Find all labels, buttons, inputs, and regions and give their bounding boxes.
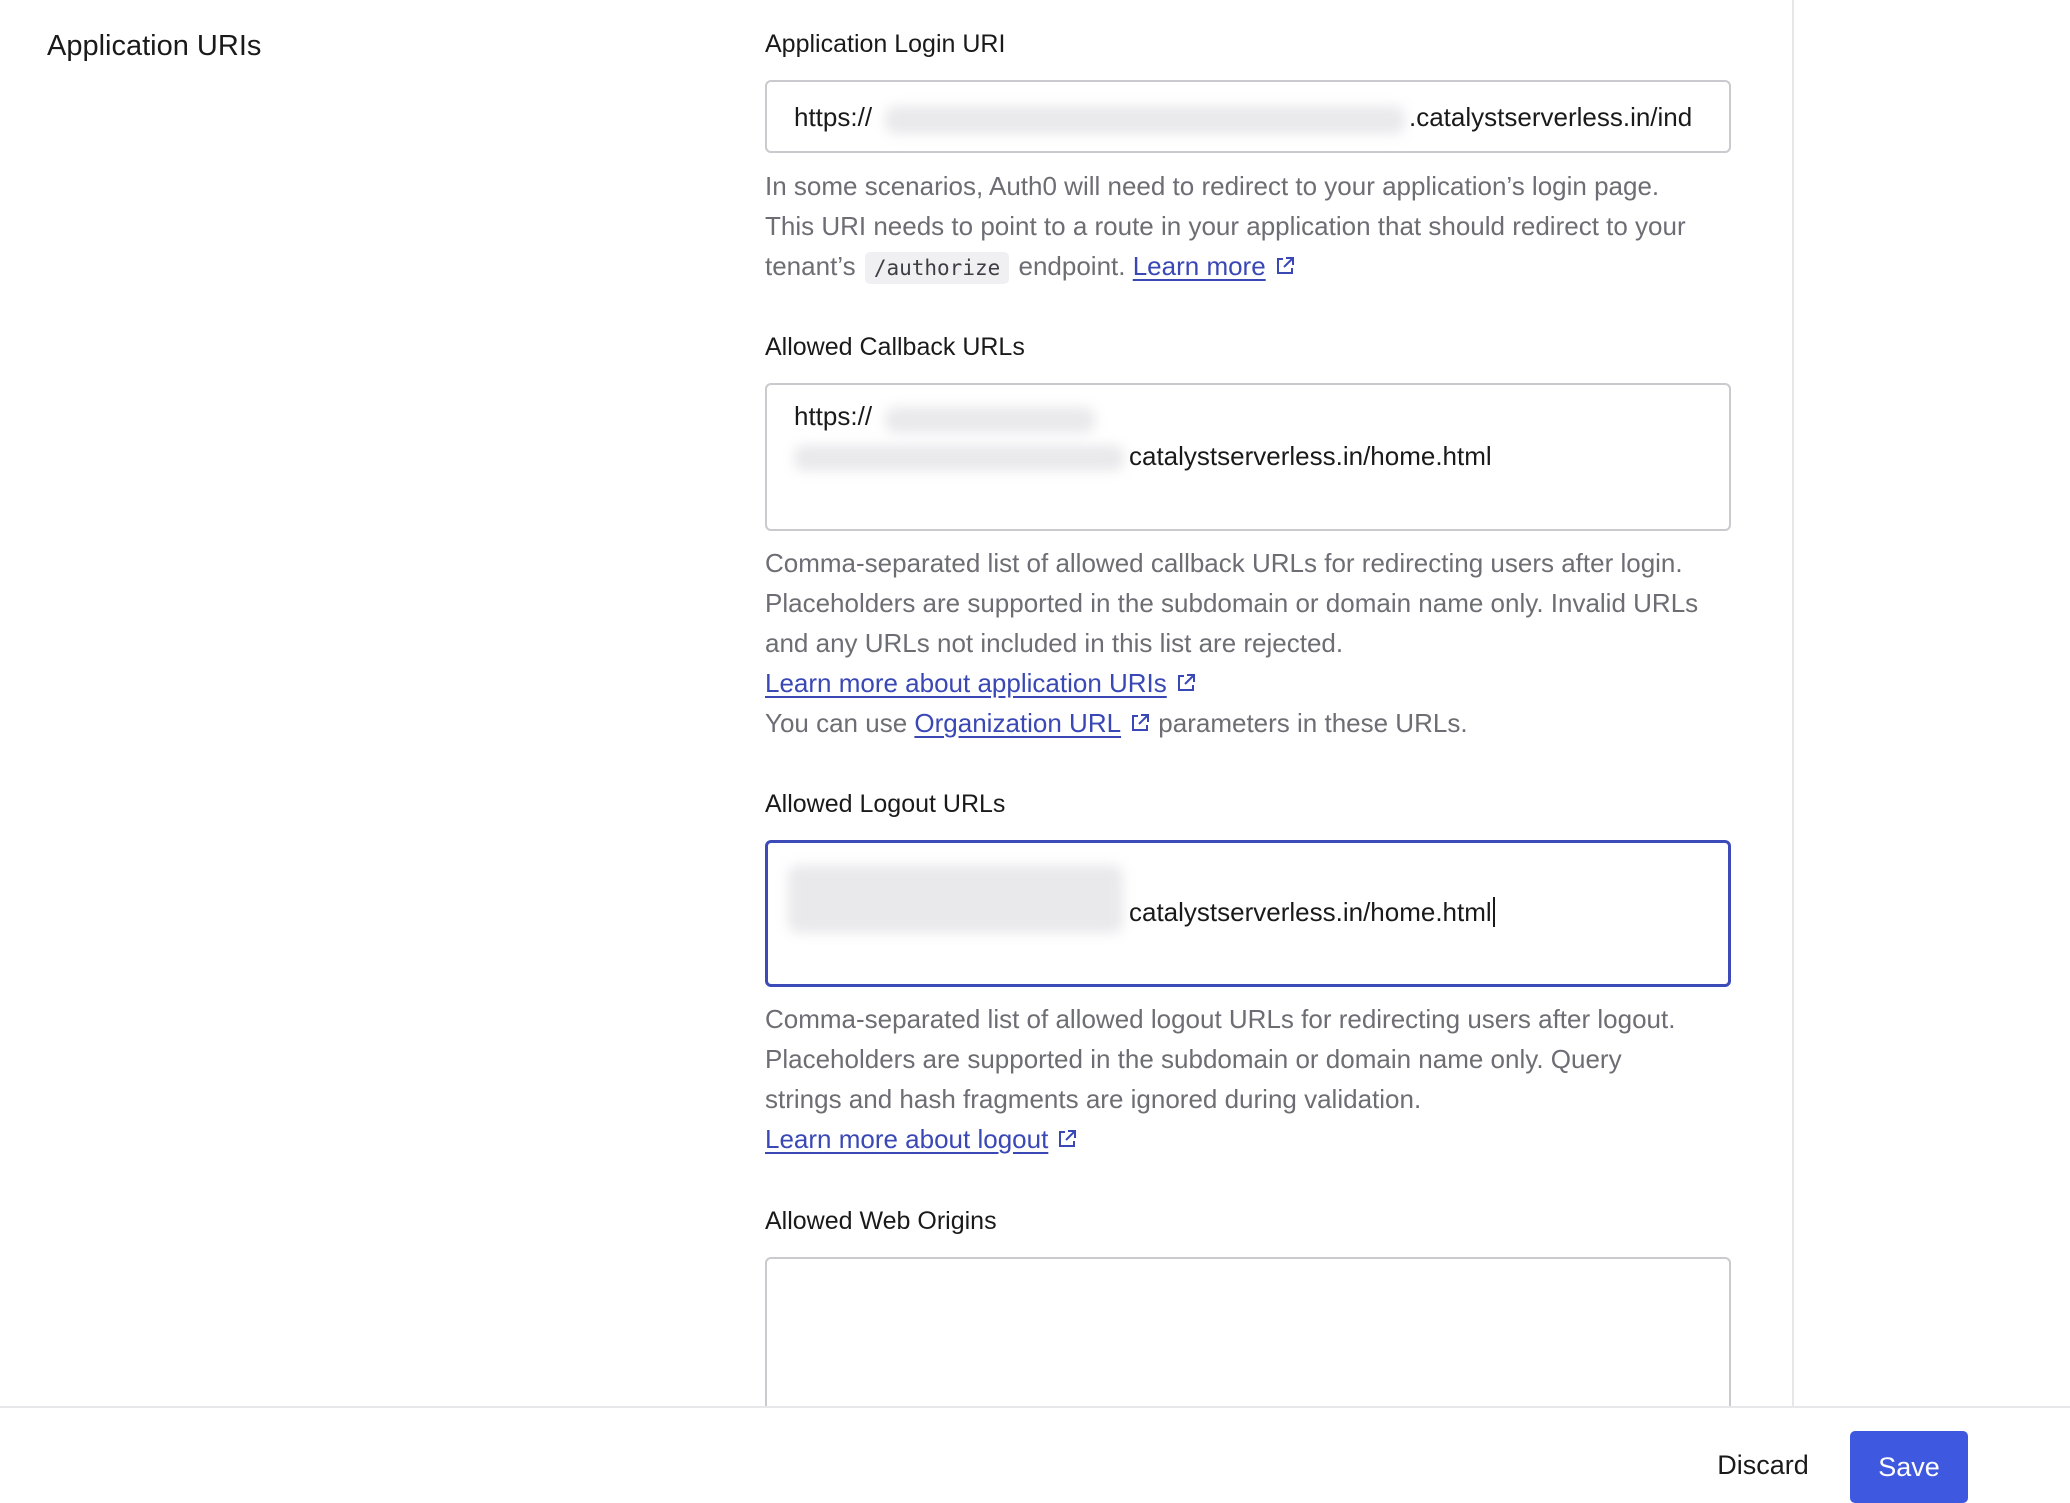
redacted-text	[794, 445, 1124, 471]
logout-urls-label: Allowed Logout URLs	[765, 790, 1006, 818]
help-text: tenant’s	[765, 251, 856, 281]
login-uri-suffix: .catalystserverless.in/ind	[1409, 102, 1693, 132]
help-text: and any URLs not included in this list a…	[765, 628, 1344, 658]
discard-button[interactable]: Discard	[1698, 1430, 1828, 1500]
login-uri-input[interactable]: https:// .catalystserverless.in/ind	[765, 80, 1731, 153]
help-text: endpoint.	[1018, 251, 1126, 281]
footer-bar: Discard Save	[0, 1406, 2070, 1503]
help-text: This URI needs to point to a route in yo…	[765, 211, 1686, 241]
authorize-code: /authorize	[864, 252, 1010, 284]
redacted-text	[885, 106, 1405, 134]
learn-more-about-logout-link[interactable]: Learn more about logout	[765, 1124, 1048, 1154]
external-link-icon	[1132, 714, 1150, 731]
help-text: Learn more about application URIs	[765, 663, 1745, 703]
help-text: In some scenarios, Auth0 will need to re…	[765, 171, 1660, 201]
text-caret	[1492, 897, 1495, 927]
help-text: Comma-separated list of allowed callback…	[765, 548, 1683, 578]
login-uri-help: In some scenarios, Auth0 will need to re…	[765, 166, 1745, 288]
help-text: strings and hash fragments are ignored d…	[765, 1084, 1422, 1114]
help-text: You can use	[765, 708, 908, 738]
callback-urls-label: Allowed Callback URLs	[765, 333, 1025, 361]
logout-urls-textarea[interactable]: catalystserverless.in/home.html	[765, 840, 1731, 987]
logout-urls-help: Comma-separated list of allowed logout U…	[765, 999, 1745, 1159]
settings-column: Application Login URI https:// .catalyst…	[765, 0, 1735, 1417]
logout-url-suffix: catalystserverless.in/home.html	[1129, 897, 1492, 927]
help-text: parameters in these URLs.	[1158, 708, 1468, 738]
help-text: You can use Organization URL parameters …	[765, 703, 1745, 743]
callback-url-suffix: catalystserverless.in/home.html	[1129, 441, 1492, 471]
redacted-text	[788, 865, 1123, 933]
learn-more-application-uris-link[interactable]: Learn more about application URIs	[765, 668, 1167, 698]
callback-urls-help: Comma-separated list of allowed callback…	[765, 543, 1745, 743]
login-uri-label: Application Login URI	[765, 30, 1006, 58]
redacted-text	[885, 407, 1095, 433]
external-link-icon	[1059, 1130, 1077, 1147]
column-divider	[1792, 0, 1794, 1407]
external-link-icon	[1177, 674, 1195, 691]
organization-url-link[interactable]: Organization URL	[914, 708, 1121, 738]
help-text: Placeholders are supported in the subdom…	[765, 588, 1699, 618]
login-uri-prefix: https://	[794, 102, 873, 132]
web-origins-textarea[interactable]	[765, 1257, 1731, 1417]
external-link-icon	[1276, 257, 1294, 274]
help-text: Learn more about logout	[765, 1119, 1745, 1159]
section-title: Application URIs	[47, 30, 262, 62]
logout-url-value: catalystserverless.in/home.html	[1129, 897, 1495, 928]
help-text: Comma-separated list of allowed logout U…	[765, 1004, 1676, 1034]
save-button[interactable]: Save	[1850, 1431, 1968, 1503]
help-text: tenant’s /authorize endpoint. Learn more	[765, 246, 1745, 288]
callback-urls-textarea[interactable]: https:// catalystserverless.in/home.html	[765, 383, 1731, 531]
help-text: Placeholders are supported in the subdom…	[765, 1044, 1622, 1074]
web-origins-label: Allowed Web Origins	[765, 1207, 997, 1235]
callback-url-line1: https://	[794, 401, 873, 431]
learn-more-link[interactable]: Learn more	[1133, 251, 1266, 281]
